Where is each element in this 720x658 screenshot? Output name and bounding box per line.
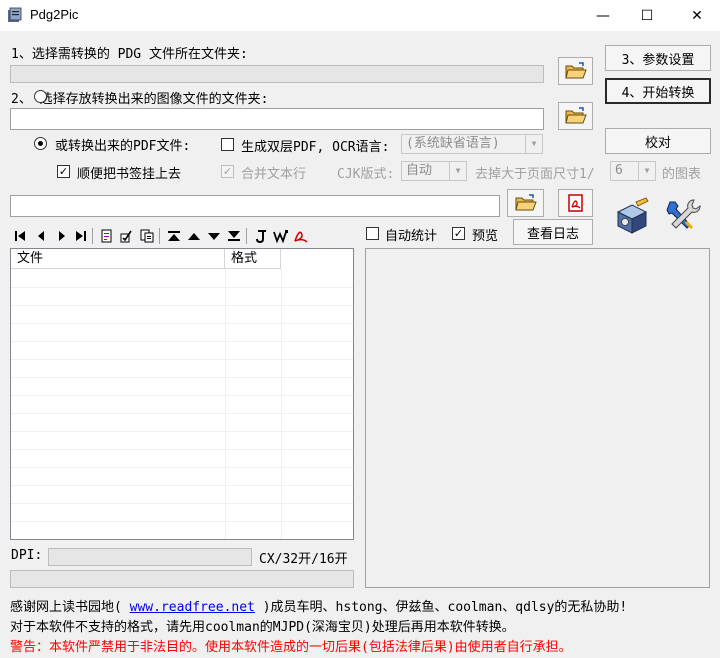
open-folder-icon — [514, 194, 537, 211]
chevron-down-icon: ▼ — [525, 135, 542, 153]
grid-row-line — [11, 431, 353, 432]
single-file-field[interactable] — [10, 195, 500, 217]
grid-row-line — [11, 503, 353, 504]
word-icon[interactable] — [273, 228, 289, 244]
remove-large-select[interactable]: 6 ▼ — [610, 161, 656, 181]
page-size-label: CX/32开/16开 — [259, 552, 348, 567]
browse-pdg-folder-button[interactable] — [558, 57, 593, 85]
bookmark-checkbox[interactable]: ✓ — [57, 165, 70, 178]
bookmark-label: 顺便把书签挂上去 — [77, 167, 182, 182]
window-title: Pdg2Pic — [30, 7, 79, 22]
grid-column-line — [225, 269, 226, 539]
cjk-layout-label: CJK版式: — [337, 167, 395, 182]
browse-image-folder-button[interactable] — [558, 102, 593, 130]
chevron-down-icon: ▼ — [638, 162, 655, 180]
move-down-icon[interactable] — [206, 228, 222, 244]
remove-large-value: 6 — [615, 163, 623, 178]
first-icon[interactable] — [12, 228, 28, 244]
grid-row-line — [11, 323, 353, 324]
preview-label: 预览 — [472, 229, 499, 244]
grid-row-line — [11, 467, 353, 468]
ocr-language-select[interactable]: (系统缺省语言) ▼ — [401, 134, 543, 154]
pdf-output-label: 或转换出来的PDF文件: — [55, 139, 191, 154]
grid-column-line — [281, 269, 282, 539]
auto-stats-label: 自动统计 — [385, 229, 438, 244]
open-folder-icon — [564, 62, 587, 79]
view-log-button[interactable]: 查看日志 — [513, 219, 593, 245]
move-top-icon[interactable] — [166, 228, 182, 244]
minimize-button[interactable]: — — [580, 0, 626, 31]
copy-icon[interactable] — [139, 228, 155, 244]
pdf-icon — [567, 194, 583, 212]
credits-line: 感谢网上读书园地( www.readfree.net )成员车明、hstong、… — [10, 596, 627, 615]
readfree-link[interactable]: www.readfree.net — [130, 600, 255, 615]
last-icon[interactable] — [73, 228, 89, 244]
move-bottom-icon[interactable] — [226, 228, 242, 244]
image-folder-field[interactable] — [10, 108, 544, 130]
step1-label: 1、选择需转换的 PDG 文件所在文件夹: — [11, 47, 248, 62]
open-pdf-button[interactable] — [558, 189, 593, 217]
open-folder-icon — [564, 107, 587, 124]
pdf-export-icon[interactable] — [293, 228, 309, 244]
ocr-language-value: (系统缺省语言) — [406, 136, 500, 151]
previous-icon[interactable] — [33, 228, 49, 244]
progress-bar — [10, 570, 354, 588]
pdg-folder-field[interactable] — [10, 65, 544, 83]
remove-large-label: 去掉大于页面尺寸1/ — [475, 167, 595, 182]
verify-button[interactable]: 校对 — [605, 128, 711, 154]
toolbox-icon[interactable] — [612, 196, 652, 236]
bilayer-pdf-label: 生成双层PDF, OCR语言: — [241, 140, 390, 155]
move-up-icon[interactable] — [186, 228, 202, 244]
unsupported-note: 对于本软件不支持的格式，请先用coolman的MJPD(深海宝贝)处理后再用本软… — [10, 620, 515, 635]
credits-suffix: )成员车明、hstong、伊兹鱼、coolman、qdlsy的无私协助! — [262, 600, 628, 615]
cjk-layout-value: 自动 — [406, 163, 433, 178]
preview-panel — [365, 248, 710, 588]
preview-checkbox[interactable]: ✓ — [452, 227, 465, 240]
grid-row-line — [11, 521, 353, 522]
cjk-layout-select[interactable]: 自动 ▼ — [401, 161, 467, 181]
next-icon[interactable] — [54, 228, 70, 244]
toolbar-separator — [246, 228, 247, 244]
bilayer-pdf-checkbox[interactable] — [221, 138, 234, 151]
maximize-button[interactable]: ☐ — [624, 0, 670, 31]
grid-row-line — [11, 485, 353, 486]
close-button[interactable]: ✕ — [674, 0, 720, 31]
grid-row-line — [11, 359, 353, 360]
text-j-icon[interactable] — [253, 228, 269, 244]
file-list-header: 文件 格式 — [11, 249, 281, 269]
check-icon[interactable] — [119, 228, 135, 244]
grid-row-line — [11, 377, 353, 378]
tools-icon[interactable] — [664, 196, 702, 234]
grid-row-line — [11, 449, 353, 450]
chevron-down-icon: ▼ — [449, 162, 466, 180]
merge-lines-label: 合并文本行 — [241, 167, 307, 182]
grid-row-line — [11, 413, 353, 414]
grid-row-line — [11, 341, 353, 342]
document-icon[interactable] — [99, 228, 115, 244]
dpi-field — [48, 548, 252, 566]
grid-row-line — [11, 287, 353, 288]
file-list[interactable]: 文件 格式 — [10, 248, 354, 540]
grid-row-line — [11, 395, 353, 396]
grid-row-line — [11, 305, 353, 306]
auto-stats-checkbox[interactable] — [366, 227, 379, 240]
merge-lines-checkbox[interactable]: ✓ — [221, 165, 234, 178]
browse-file-button[interactable] — [507, 189, 544, 217]
app-icon — [6, 7, 23, 24]
pdf-output-radio[interactable] — [34, 137, 47, 150]
column-header-file[interactable]: 文件 — [11, 249, 225, 269]
remove-large-suffix: 的图表 — [662, 167, 702, 182]
credits-prefix: 感谢网上读书园地( — [10, 600, 122, 615]
dpi-label: DPI: — [11, 548, 43, 563]
image-folder-radio[interactable] — [34, 90, 47, 103]
toolbar-separator — [159, 228, 160, 244]
settings-button[interactable]: 3、参数设置 — [605, 45, 711, 71]
column-header-format[interactable]: 格式 — [225, 249, 281, 269]
warning-note: 警告：本软件严禁用于非法目的。使用本软件造成的一切后果(包括法律后果)由使用者自… — [10, 640, 572, 655]
start-convert-button[interactable]: 4、开始转换 — [605, 78, 711, 104]
step2-label: 2、 选择存放转换出来的图像文件的文件夹: — [11, 92, 269, 107]
toolbar-separator — [92, 228, 93, 244]
